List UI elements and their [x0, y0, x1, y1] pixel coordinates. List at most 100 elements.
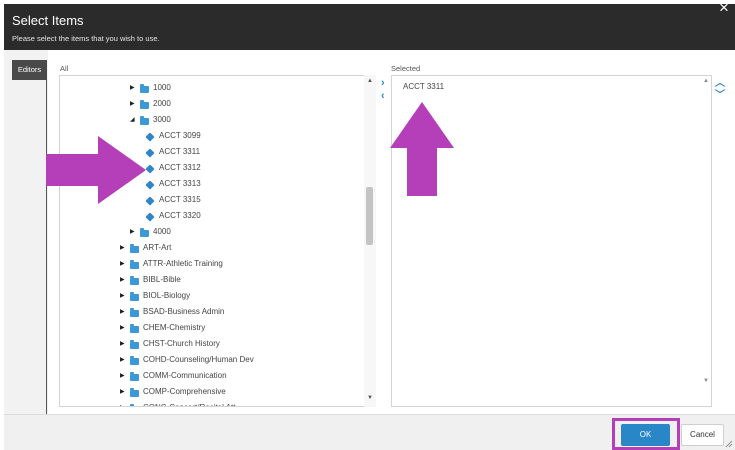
expand-closed-icon[interactable]: ▶: [120, 336, 130, 352]
expand-closed-icon[interactable]: ▶: [120, 384, 130, 400]
course-item-icon: [145, 132, 155, 142]
remove-selected-button[interactable]: ‹: [381, 91, 389, 102]
tree-folder[interactable]: ▶ BSAD-Business Admin: [120, 304, 224, 320]
scroll-up-icon[interactable]: ▲: [367, 78, 373, 84]
expand-closed-icon[interactable]: ▶: [120, 320, 130, 336]
selected-scroll-down-icon[interactable]: ▼: [703, 378, 709, 384]
resize-grip-icon[interactable]: [725, 440, 733, 448]
chevron-down-icon: ﹀: [715, 90, 725, 101]
tree-folder[interactable]: ▶ BIOL-Biology: [120, 288, 190, 304]
chevron-up-icon: ︿: [715, 78, 725, 89]
tree-item[interactable]: ACCT 3099: [145, 128, 201, 144]
course-item-icon: [145, 148, 155, 158]
tree-folder[interactable]: ▶ CHEM-Chemistry: [120, 320, 205, 336]
folder-icon: [130, 404, 134, 406]
folder-icon: [130, 308, 139, 317]
folder-icon: [130, 276, 139, 285]
expand-closed-icon[interactable]: ▶: [120, 256, 130, 272]
tree-label: BIOL-Biology: [143, 291, 191, 300]
add-selected-button[interactable]: ›: [381, 77, 389, 89]
tree-label: 2000: [153, 99, 171, 108]
tree-folder[interactable]: ▶ COMM-Communication: [120, 368, 227, 384]
dialog-subtitle: Please select the items that you wish to…: [12, 34, 160, 43]
tree-item[interactable]: ACCT 3313: [145, 176, 201, 192]
all-scroll-thumb[interactable]: [366, 187, 373, 245]
tree-label: ACCT 3313: [159, 179, 201, 188]
tree-item[interactable]: ACCT 3312: [145, 160, 201, 176]
tree-label: 4000: [153, 227, 171, 236]
tree-folder[interactable]: ▶ ART-Art: [120, 240, 171, 256]
chevron-right-icon: ›: [381, 77, 385, 89]
tree-label: COMP-Comprehensive: [143, 387, 226, 396]
tree-label: ATTR-Athletic Training: [143, 259, 223, 268]
tree-item[interactable]: ACCT 3315: [145, 192, 201, 208]
tree-label: BIBL-Bible: [143, 275, 181, 284]
folder-icon: [130, 260, 139, 269]
tree-folder[interactable]: ▶ BIBL-Bible: [120, 272, 181, 288]
folder-icon: [140, 228, 149, 237]
tree-folder[interactable]: ▶ COMP-Comprehensive: [120, 384, 226, 400]
tree-label: ACCT 3315: [159, 195, 201, 204]
all-items-tree[interactable]: ▶ 1000 ▶ 2000 ◢ 3000 ACCT 3099 ACCT 3311 ACCT 33…: [59, 75, 376, 407]
selected-scroll-up-icon[interactable]: ▲: [703, 78, 709, 84]
folder-icon: [140, 116, 149, 125]
tree-label: ART-Art: [143, 243, 172, 252]
course-item-icon: [145, 196, 155, 206]
tree-folder[interactable]: ▶ ATTR-Athletic Training: [120, 256, 223, 272]
selected-item[interactable]: ACCT 3311: [403, 82, 444, 91]
move-down-button[interactable]: ﹀: [715, 91, 725, 101]
folder-icon: [130, 324, 139, 333]
dialog-header: Select Items Please select the items tha…: [4, 4, 735, 50]
tree-item[interactable]: ACCT 3320: [145, 208, 201, 224]
expand-closed-icon[interactable]: ▶: [130, 80, 140, 96]
folder-icon: [140, 100, 149, 109]
tree-label: CONC-Concert/Recital Att: [141, 400, 235, 406]
tree-folder[interactable]: ▶ 4000: [130, 224, 171, 240]
tree-folder[interactable]: ▶ 1000: [130, 80, 171, 96]
expand-closed-icon[interactable]: ▶: [130, 96, 140, 112]
course-item-icon: [145, 180, 155, 190]
folder-icon: [130, 372, 139, 381]
folder-icon: [130, 356, 139, 365]
move-up-button[interactable]: ︿: [715, 79, 725, 89]
tree-item[interactable]: ACCT 3311: [145, 144, 201, 160]
dialog-body: Editors All Selected ▶ 1000 ▶ 2000 ◢ 3000 ACCT…: [4, 50, 735, 414]
tree-label: ACCT 3312: [159, 163, 201, 172]
course-item-icon: [145, 212, 155, 222]
tree-label: ACCT 3099: [159, 131, 201, 140]
tree-label: 3000: [153, 115, 171, 124]
ok-button[interactable]: OK: [621, 424, 670, 446]
expand-closed-icon[interactable]: ▶: [120, 240, 130, 256]
expand-closed-icon[interactable]: ▶: [130, 224, 140, 240]
tree-label: COHD-Counseling/Human Dev: [143, 355, 254, 364]
expand-closed-icon[interactable]: ▶: [120, 368, 130, 384]
tree-folder[interactable]: ▶ 2000: [130, 96, 171, 112]
expand-closed-icon[interactable]: ▶: [120, 304, 130, 320]
cancel-button[interactable]: Cancel: [681, 424, 724, 446]
tab-editors[interactable]: Editors: [12, 60, 47, 80]
tree-folder[interactable]: ▶ COHD-Counseling/Human Dev: [120, 352, 254, 368]
expand-open-icon[interactable]: ◢: [130, 112, 140, 128]
folder-icon: [130, 292, 139, 301]
tree-label: ACCT 3320: [159, 211, 201, 220]
course-item-icon: [145, 164, 155, 174]
tree-folder[interactable]: ▶ CHST-Church History: [120, 336, 220, 352]
tree-folder[interactable]: ◢ 3000: [130, 112, 171, 128]
tree-label: COMM-Communication: [143, 371, 227, 380]
tree-label: CHST-Church History: [143, 339, 220, 348]
rail-divider: [46, 60, 47, 414]
tree-folder[interactable]: ▶ CONC-Concert/Recital Att: [120, 400, 235, 406]
selected-column-label: Selected: [391, 64, 421, 73]
folder-icon: [140, 84, 149, 93]
expand-closed-icon[interactable]: ▶: [120, 400, 130, 406]
folder-icon: [130, 244, 139, 253]
scroll-down-icon[interactable]: ▼: [367, 395, 373, 401]
expand-closed-icon[interactable]: ▶: [120, 288, 130, 304]
folder-icon: [130, 340, 139, 349]
expand-closed-icon[interactable]: ▶: [120, 272, 130, 288]
tree-label: CHEM-Chemistry: [143, 323, 206, 332]
close-icon[interactable]: ×: [716, 0, 732, 16]
expand-closed-icon[interactable]: ▶: [120, 352, 130, 368]
folder-icon: [130, 388, 139, 397]
tree-label: ACCT 3311: [159, 147, 201, 156]
